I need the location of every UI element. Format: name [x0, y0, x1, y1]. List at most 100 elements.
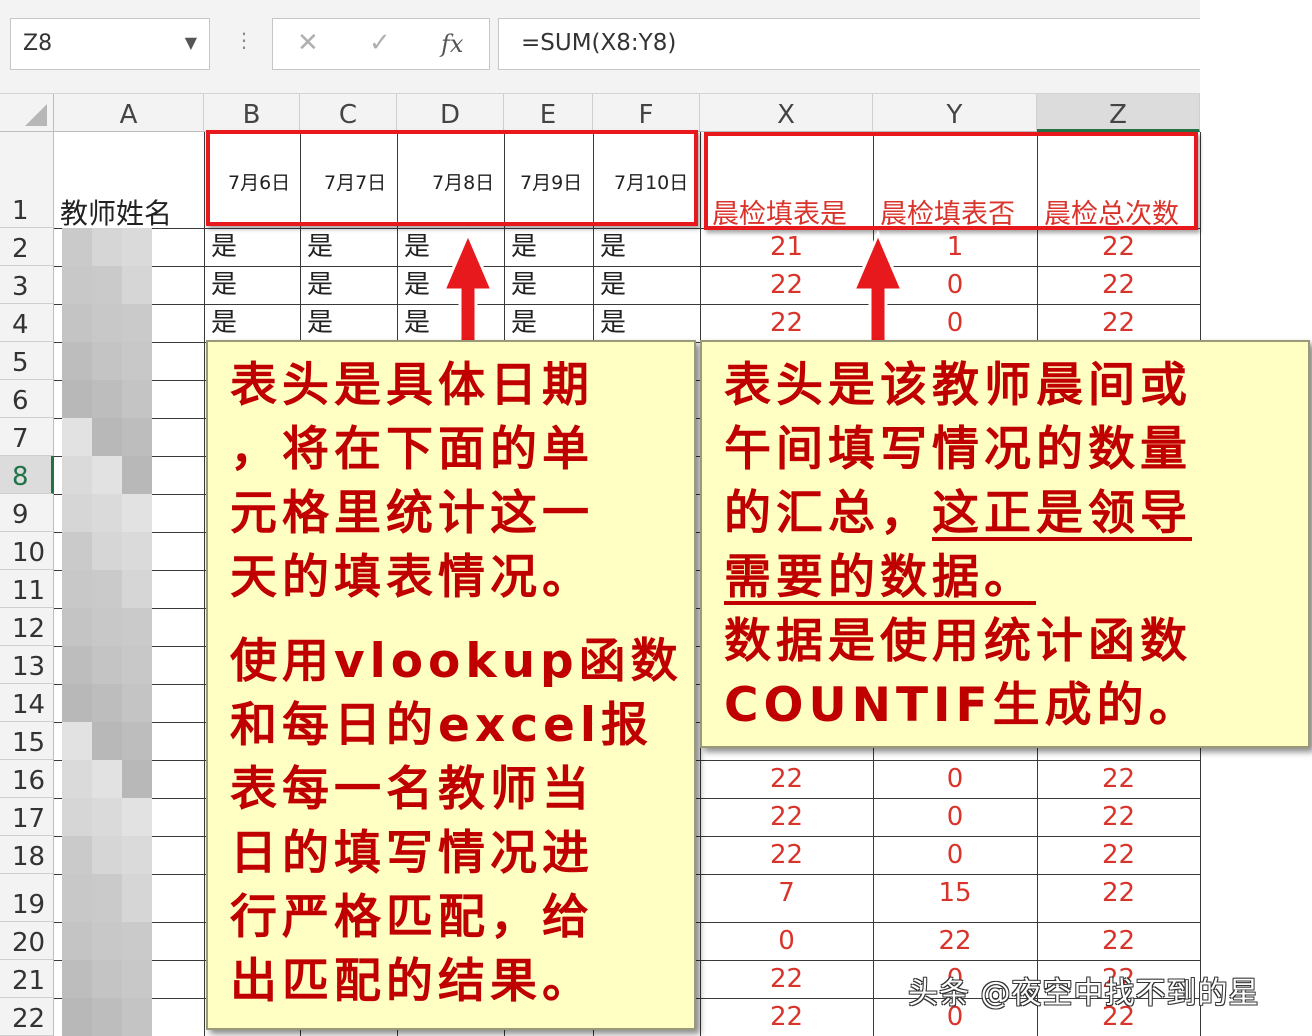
cell-yes: 是 [211, 270, 238, 300]
select-all-corner[interactable] [0, 94, 54, 132]
cancel-icon[interactable]: ✕ [297, 28, 319, 58]
blur-block [122, 960, 152, 998]
row-header-16[interactable]: 16 [0, 760, 54, 798]
row-header-5[interactable]: 5 [0, 342, 54, 380]
summary-cell: 22 [1101, 270, 1136, 300]
row-header-3[interactable]: 3 [0, 266, 54, 304]
blur-block [92, 760, 122, 798]
cell-yes: 是 [307, 270, 334, 300]
callout-line: 和每日的excel报 [230, 698, 654, 753]
blur-block [62, 380, 92, 418]
row-header-14[interactable]: 14 [0, 684, 54, 722]
cell-yes: 是 [211, 232, 238, 262]
summary-cell: 22 [1101, 308, 1136, 338]
blur-block [62, 570, 92, 608]
chevron-down-icon[interactable]: ▼ [185, 33, 197, 52]
callout-line: 天的填表情况。 [230, 550, 594, 605]
column-gridline [204, 132, 205, 1036]
blur-block [92, 836, 122, 874]
arrow-up-icon [851, 230, 905, 354]
row-header-4[interactable]: 4 [0, 304, 54, 342]
blur-block [92, 570, 122, 608]
row-header-1[interactable]: 1 [0, 132, 54, 228]
blur-block [62, 874, 92, 922]
blur-block [122, 494, 152, 532]
cell-yes: 是 [511, 270, 538, 300]
row-gridline [54, 266, 1200, 267]
row-header-13[interactable]: 13 [0, 646, 54, 684]
blur-block [62, 960, 92, 998]
blur-block [62, 456, 92, 494]
name-box-value: Z8 [23, 31, 53, 56]
column-header-x[interactable]: X [700, 94, 873, 132]
column-header-c[interactable]: C [300, 94, 397, 132]
blur-block [62, 798, 92, 836]
more-options-icon[interactable]: ⋮ [234, 28, 254, 52]
formula-input[interactable]: =SUM(X8:Y8) [498, 18, 1200, 70]
blur-block [122, 418, 152, 456]
enter-icon[interactable]: ✓ [369, 28, 391, 58]
row-header-6[interactable]: 6 [0, 380, 54, 418]
blur-block [62, 608, 92, 646]
row-header-19[interactable]: 19 [0, 874, 54, 922]
callout-segment: 的汇总， [724, 486, 932, 541]
row-header-9[interactable]: 9 [0, 494, 54, 532]
row-header-12[interactable]: 12 [0, 608, 54, 646]
blur-block [122, 456, 152, 494]
row-header-20[interactable]: 20 [0, 922, 54, 960]
watermark: 头条 @夜空中找不到的星 [908, 976, 1260, 1011]
blur-block [62, 532, 92, 570]
summary-cell: 22 [1101, 926, 1136, 956]
row-header-18[interactable]: 18 [0, 836, 54, 874]
column-header-b[interactable]: B [204, 94, 300, 132]
callout-segment: 生成的。 [992, 678, 1201, 733]
summary-cell: 22 [769, 840, 804, 870]
blur-block [92, 342, 122, 380]
blur-block [122, 304, 152, 342]
callout-line: 使用vlookup函数 [230, 634, 683, 689]
cell-yes: 是 [404, 308, 431, 338]
insert-function-icon[interactable]: fx [441, 30, 463, 58]
blur-block [92, 684, 122, 722]
row-header-2[interactable]: 2 [0, 228, 54, 266]
row-header-17[interactable]: 17 [0, 798, 54, 836]
blur-block [62, 304, 92, 342]
column-header-a[interactable]: A [54, 94, 204, 132]
summary-cell: 22 [1101, 764, 1136, 794]
cell-yes: 是 [404, 232, 431, 262]
cell-yes: 是 [600, 308, 627, 338]
blur-block [92, 418, 122, 456]
summary-cell: 15 [938, 878, 972, 908]
formula-text: =SUM(X8:Y8) [521, 30, 677, 56]
summary-header-highlight [704, 132, 1198, 230]
row-gridline [54, 304, 1200, 305]
cell-yes: 是 [307, 308, 334, 338]
blur-block [62, 760, 92, 798]
callout-line: 行严格匹配，给 [230, 890, 594, 945]
column-header-e[interactable]: E [504, 94, 593, 132]
blur-block [92, 798, 122, 836]
column-header-y[interactable]: Y [873, 94, 1037, 132]
column-header-z[interactable]: Z [1037, 94, 1200, 132]
column-header-f[interactable]: F [593, 94, 700, 132]
blur-block [122, 722, 152, 760]
cell-yes: 是 [511, 232, 538, 262]
excel-screenshot: Z8 ▼ ⋮ ✕ ✓ fx =SUM(X8:Y8) ABCDEFXYZ 1234… [0, 0, 1312, 1036]
blur-block [92, 532, 122, 570]
summary-cell: 22 [1101, 878, 1136, 908]
blur-block [92, 998, 122, 1036]
row-header-10[interactable]: 10 [0, 532, 54, 570]
row-header-22[interactable]: 22 [0, 998, 54, 1036]
blur-block [122, 684, 152, 722]
callout-segment: COUNTIF [724, 678, 993, 733]
callout-line: 需要的数据。 [724, 546, 1201, 610]
row-header-15[interactable]: 15 [0, 722, 54, 760]
column-header-d[interactable]: D [397, 94, 504, 132]
blur-block [62, 418, 92, 456]
row-header-8[interactable]: 8 [0, 456, 54, 494]
row-header-11[interactable]: 11 [0, 570, 54, 608]
row-header-7[interactable]: 7 [0, 418, 54, 456]
row-header-21[interactable]: 21 [0, 960, 54, 998]
blur-block [122, 998, 152, 1036]
name-box[interactable]: Z8 ▼ [10, 18, 210, 70]
